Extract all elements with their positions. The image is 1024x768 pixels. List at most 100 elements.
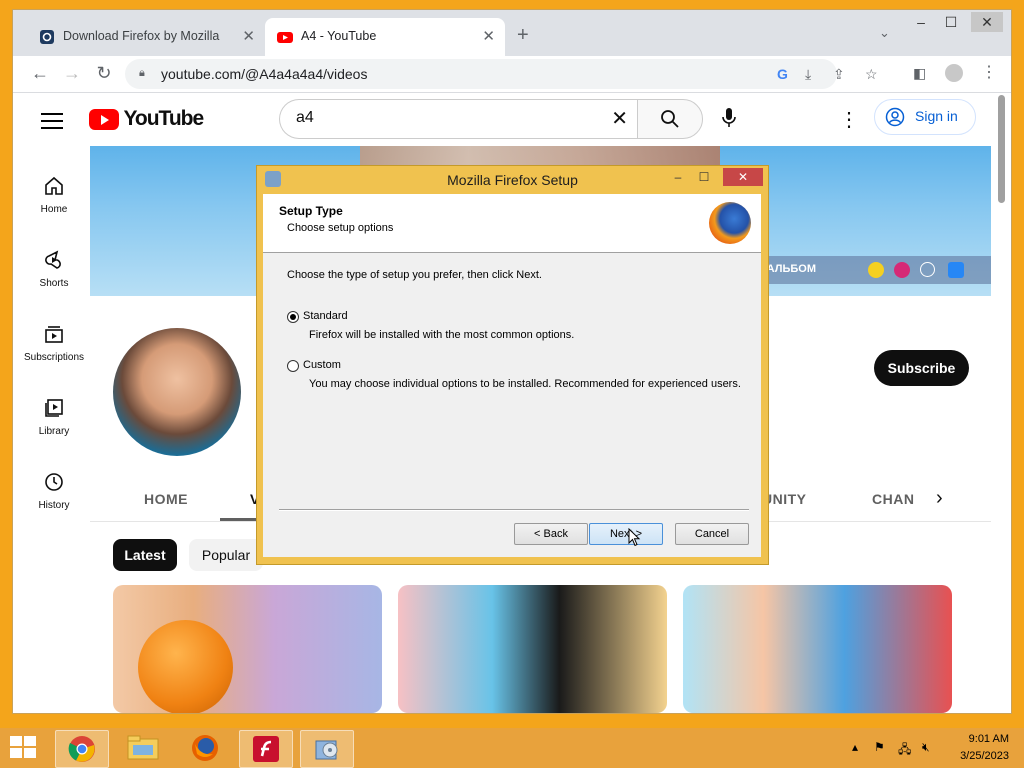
tab-title: A4 - YouTube: [301, 29, 377, 43]
chrome-menu-icon[interactable]: ⋮: [981, 62, 997, 82]
show-hidden-icons-chevron-icon[interactable]: ▴: [852, 740, 858, 754]
dialog-body: Setup Type Choose setup options Choose t…: [263, 194, 761, 557]
guide-item-history[interactable]: History: [13, 459, 95, 533]
windows-taskbar: ▴ ⚑ 🖧︎ 🔇︎ 9:01 AM 3/25/2023: [0, 728, 1024, 768]
youtube-favicon: [277, 32, 293, 43]
taskbar-flash[interactable]: [239, 730, 293, 768]
dialog-close-button[interactable]: ✕: [723, 168, 763, 186]
globe-icon[interactable]: [920, 262, 935, 277]
start-windows-icon[interactable]: [10, 736, 38, 760]
address-bar[interactable]: 🔒︎ youtube.com/@A4a4a4a4/videos G ⤓ ⇪ ☆: [125, 59, 878, 89]
custom-description: You may choose individual options to be …: [309, 378, 741, 390]
taskbar-firefox[interactable]: [179, 730, 231, 766]
guide-item-library[interactable]: Library: [13, 385, 95, 459]
firefox-icon: [192, 735, 218, 761]
page-scrollbar[interactable]: [995, 93, 1009, 713]
instagram-icon[interactable]: [894, 262, 910, 278]
clock-time[interactable]: 9:01 AM: [949, 733, 1009, 745]
chevron-right-icon[interactable]: ›: [936, 487, 943, 510]
search-input[interactable]: a4 ✕: [279, 99, 638, 139]
a4-logo-icon[interactable]: [868, 262, 884, 278]
standard-description: Firefox will be installed with the most …: [309, 329, 575, 341]
home-icon: [45, 176, 63, 195]
subscribe-button[interactable]: Subscribe: [874, 350, 969, 386]
bookmark-star-icon[interactable]: ☆: [865, 66, 878, 83]
taskbar-chrome[interactable]: [55, 730, 109, 768]
guide-item-shorts[interactable]: Shorts: [13, 237, 95, 311]
firefox-download-favicon: [40, 30, 54, 44]
chip-popular[interactable]: Popular: [189, 539, 263, 571]
clock-date[interactable]: 3/25/2023: [949, 750, 1009, 762]
maximize-button[interactable]: ☐: [935, 12, 967, 32]
standard-label[interactable]: Standard: [303, 310, 348, 322]
close-tab-icon[interactable]: ✕: [242, 27, 255, 45]
tab-home[interactable]: HOME: [144, 491, 188, 507]
more-options-icon[interactable]: ⋮: [839, 107, 859, 132]
dialog-maximize-button[interactable]: ☐: [691, 168, 717, 186]
taskbar-file-explorer[interactable]: [117, 730, 169, 766]
forward-arrow-icon[interactable]: →: [61, 63, 83, 84]
tab-search-chevron-icon[interactable]: ⌄: [879, 25, 890, 41]
guide-item-home[interactable]: Home: [13, 163, 95, 237]
new-tab-button[interactable]: +: [517, 24, 529, 47]
tab-channels[interactable]: CHAN: [872, 491, 914, 507]
close-window-button[interactable]: ✕: [971, 12, 1003, 32]
volume-muted-icon[interactable]: 🔇︎: [922, 740, 930, 755]
taskbar-installer[interactable]: [300, 730, 354, 768]
cancel-button[interactable]: Cancel: [675, 523, 749, 545]
tab-download-firefox[interactable]: Download Firefox by Mozilla ✕: [27, 18, 265, 56]
guide-label: Library: [38, 426, 70, 437]
share-icon[interactable]: ⇪: [833, 66, 845, 83]
history-icon: [45, 473, 63, 491]
hamburger-menu-icon[interactable]: [41, 113, 63, 134]
install-app-icon[interactable]: ⤓: [805, 66, 811, 83]
microphone-icon[interactable]: [719, 107, 739, 129]
minimize-button[interactable]: –: [905, 12, 937, 32]
account-circle-icon: [885, 107, 905, 127]
browser-toolbar: ← → ↻ 🔒︎ youtube.com/@A4a4a4a4/videos G …: [13, 56, 1011, 93]
clear-search-icon[interactable]: ✕: [611, 106, 628, 131]
tab-youtube[interactable]: A4 - YouTube ✕: [265, 18, 505, 56]
url-text[interactable]: youtube.com/@A4a4a4a4/videos: [161, 66, 367, 82]
guide-item-subscriptions[interactable]: Subscriptions: [13, 311, 95, 385]
search-button[interactable]: [637, 99, 703, 139]
youtube-wordmark: YouTube: [123, 107, 204, 130]
scrollbar-thumb[interactable]: [998, 95, 1005, 203]
video-thumbnail[interactable]: [113, 585, 382, 713]
file-explorer-icon: [127, 735, 159, 760]
custom-label[interactable]: Custom: [303, 359, 341, 371]
chip-latest[interactable]: Latest: [113, 539, 177, 571]
youtube-play-icon: [89, 108, 119, 130]
tab-strip: Download Firefox by Mozilla ✕ A4 - YouTu…: [13, 10, 1011, 56]
profile-avatar-icon[interactable]: [945, 64, 963, 82]
side-panel-icon[interactable]: ◧: [913, 65, 926, 82]
standard-radio[interactable]: [287, 311, 299, 323]
reload-icon[interactable]: ↻: [93, 63, 115, 84]
guide-label: Shorts: [39, 278, 69, 289]
video-thumbnail[interactable]: [398, 585, 667, 713]
back-button[interactable]: < Back: [514, 523, 588, 545]
action-center-flag-icon[interactable]: ⚑: [874, 740, 885, 754]
youtube-logo[interactable]: YouTube: [89, 107, 204, 131]
network-icon[interactable]: 🖧︎: [898, 740, 911, 761]
setup-prompt: Choose the type of setup you prefer, the…: [287, 269, 542, 281]
guide-sidebar: Home Shorts Subscriptions Library Histor…: [13, 163, 95, 533]
next-button[interactable]: Next >: [589, 523, 663, 545]
dialog-titlebar[interactable]: Mozilla Firefox Setup – ☐ ✕: [257, 166, 768, 193]
dialog-minimize-button[interactable]: –: [665, 168, 691, 186]
sign-in-button[interactable]: Sign in: [874, 99, 976, 135]
banner-links-bar: МОЙ АЛЬБОМ: [730, 256, 991, 284]
dialog-header: Setup Type Choose setup options: [263, 194, 761, 253]
search-value[interactable]: a4: [296, 109, 314, 127]
firefox-setup-dialog: Mozilla Firefox Setup – ☐ ✕ Setup Type C…: [256, 165, 769, 565]
google-lens-icon[interactable]: G: [777, 66, 788, 82]
guide-label: Home: [40, 204, 68, 215]
video-thumbnail[interactable]: [683, 585, 952, 713]
close-tab-icon[interactable]: ✕: [482, 27, 495, 45]
library-icon: [45, 399, 63, 417]
bowling-ball-image: [138, 620, 233, 713]
vk-icon[interactable]: [948, 262, 964, 278]
mouse-cursor-icon: [628, 528, 641, 547]
custom-radio[interactable]: [287, 360, 299, 372]
back-arrow-icon[interactable]: ←: [29, 63, 51, 84]
